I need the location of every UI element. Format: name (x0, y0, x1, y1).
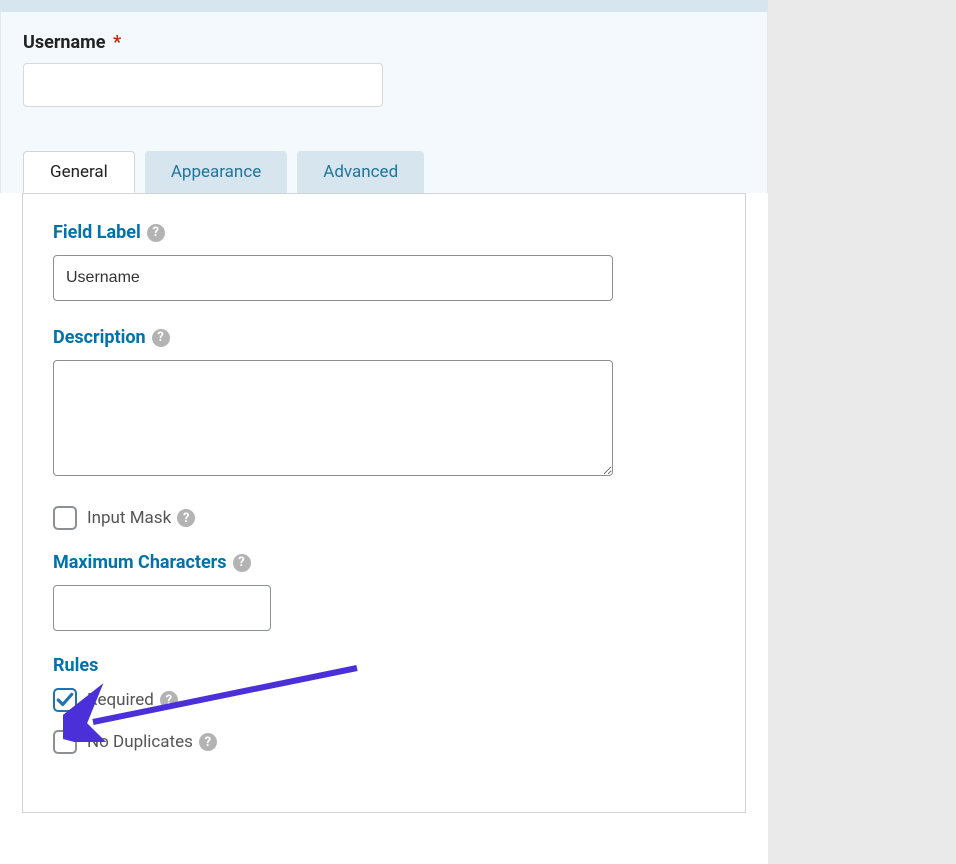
tab-advanced-label: Advanced (323, 162, 398, 182)
tab-advanced[interactable]: Advanced (297, 151, 424, 193)
max-chars-heading: Maximum Characters ? (53, 552, 715, 573)
input-mask-row: Input Mask ? (53, 506, 715, 530)
help-icon[interactable]: ? (152, 329, 170, 347)
no-duplicates-row: No Duplicates ? (53, 730, 715, 754)
no-duplicates-label: No Duplicates ? (87, 732, 217, 752)
no-duplicates-checkbox[interactable] (53, 730, 77, 754)
help-icon[interactable]: ? (177, 509, 195, 527)
no-duplicates-label-text: No Duplicates (87, 732, 193, 752)
preview-text-input[interactable] (23, 63, 383, 107)
help-icon[interactable]: ? (233, 554, 251, 572)
tab-general[interactable]: General (23, 151, 135, 193)
input-mask-label: Input Mask ? (87, 508, 195, 528)
settings-tabs: General Appearance Advanced (0, 125, 768, 193)
description-heading-text: Description (53, 327, 146, 348)
required-label-text: Required (87, 690, 154, 710)
tab-appearance-label: Appearance (171, 162, 261, 182)
field-label-input[interactable] (53, 255, 613, 301)
required-checkbox[interactable] (53, 688, 77, 712)
field-label-heading: Field Label ? (53, 222, 715, 243)
required-label: Required ? (87, 690, 178, 710)
panel-topbar (0, 0, 768, 12)
help-icon[interactable]: ? (147, 224, 165, 242)
tab-general-label: General (50, 162, 108, 182)
preview-label-text: Username (23, 32, 105, 53)
input-mask-checkbox[interactable] (53, 506, 77, 530)
help-icon[interactable]: ? (160, 691, 178, 709)
rules-heading: Rules (53, 655, 715, 676)
rules-section: Rules Required ? No Duplicates ? (53, 655, 715, 754)
required-asterisk: * (113, 32, 121, 53)
preview-field-label: Username * (23, 32, 745, 53)
max-chars-input[interactable] (53, 585, 271, 631)
max-chars-heading-text: Maximum Characters (53, 552, 227, 573)
description-textarea[interactable] (53, 360, 613, 476)
input-mask-label-text: Input Mask (87, 508, 171, 528)
required-row: Required ? (53, 688, 715, 712)
field-label-heading-text: Field Label (53, 222, 141, 243)
description-heading: Description ? (53, 327, 715, 348)
help-icon[interactable]: ? (199, 733, 217, 751)
tab-appearance[interactable]: Appearance (145, 151, 287, 193)
field-preview-area: Username * (0, 12, 768, 125)
settings-panel: Field Label ? Description ? Input Mask ?… (22, 193, 746, 813)
